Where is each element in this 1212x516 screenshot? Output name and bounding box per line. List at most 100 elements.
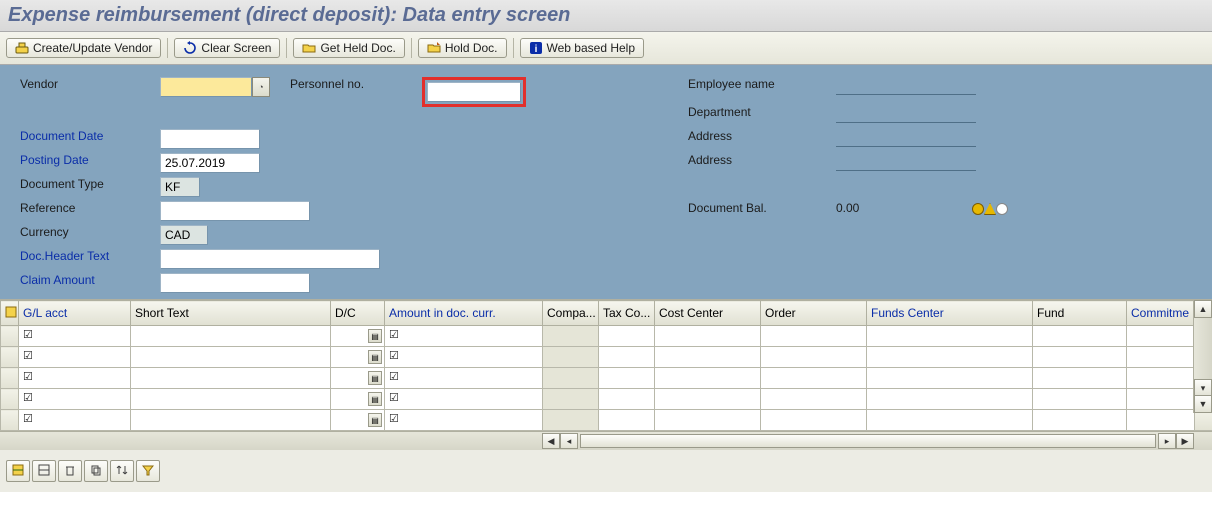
hold-doc-button[interactable]: Hold Doc. — [418, 38, 507, 58]
cell-compa[interactable] — [543, 368, 599, 389]
reference-input[interactable] — [160, 201, 310, 221]
personnel-no-input[interactable] — [427, 82, 521, 102]
cell-funds-center[interactable] — [867, 389, 1033, 410]
cell-commitment[interactable] — [1127, 326, 1195, 347]
cell-funds-center[interactable] — [867, 368, 1033, 389]
copy-button[interactable] — [84, 460, 108, 482]
col-short-text[interactable]: Short Text — [131, 301, 331, 326]
cell-order[interactable] — [761, 410, 867, 431]
clear-screen-button[interactable]: Clear Screen — [174, 38, 280, 58]
web-based-help-button[interactable]: i Web based Help — [520, 38, 645, 58]
col-funds-center[interactable]: Funds Center — [867, 301, 1033, 326]
cell-cost-center[interactable] — [655, 410, 761, 431]
claim-amount-input[interactable] — [160, 273, 310, 293]
vendor-input[interactable] — [160, 77, 252, 97]
cell-fund[interactable] — [1033, 389, 1127, 410]
cell-tax-co[interactable] — [599, 410, 655, 431]
create-update-vendor-button[interactable]: Create/Update Vendor — [6, 38, 161, 58]
cell-order[interactable] — [761, 368, 867, 389]
cell-fund[interactable] — [1033, 410, 1127, 431]
cell-amount[interactable]: ☑ — [385, 389, 543, 410]
cell-commitment[interactable] — [1127, 368, 1195, 389]
row-selector[interactable] — [1, 389, 19, 410]
cell-compa[interactable] — [543, 389, 599, 410]
dropdown-button[interactable]: ▤ — [368, 350, 382, 364]
cell-order[interactable] — [761, 326, 867, 347]
cell-amount[interactable]: ☑ — [385, 326, 543, 347]
col-fund[interactable]: Fund — [1033, 301, 1127, 326]
cell-funds-center[interactable] — [867, 326, 1033, 347]
col-cost-center[interactable]: Cost Center — [655, 301, 761, 326]
dropdown-button[interactable]: ▤ — [368, 413, 382, 427]
cell-commitment[interactable] — [1127, 347, 1195, 368]
cell-compa[interactable] — [543, 410, 599, 431]
vertical-scrollbar[interactable]: ▲ ▾ ▼ — [1193, 300, 1212, 413]
row-selector[interactable] — [1, 410, 19, 431]
cell-cost-center[interactable] — [655, 389, 761, 410]
posting-date-input[interactable] — [160, 153, 260, 173]
dropdown-button[interactable]: ▤ — [368, 371, 382, 385]
cell-cost-center[interactable] — [655, 368, 761, 389]
posting-date-label[interactable]: Posting Date — [20, 153, 155, 167]
cell-order[interactable] — [761, 347, 867, 368]
cell-cost-center[interactable] — [655, 326, 761, 347]
col-tax-co[interactable]: Tax Co... — [599, 301, 655, 326]
cell-funds-center[interactable] — [867, 347, 1033, 368]
select-all-header[interactable] — [1, 301, 19, 326]
cell-short-text[interactable] — [131, 326, 331, 347]
sort-button[interactable] — [110, 460, 134, 482]
cell-tax-co[interactable] — [599, 326, 655, 347]
doc-header-text-label[interactable]: Doc.Header Text — [20, 249, 155, 263]
cell-tax-co[interactable] — [599, 347, 655, 368]
cell-compa[interactable] — [543, 326, 599, 347]
row-selector[interactable] — [1, 347, 19, 368]
cell-tax-co[interactable] — [599, 389, 655, 410]
cell-order[interactable] — [761, 389, 867, 410]
trash-button[interactable] — [58, 460, 82, 482]
cell-fund[interactable] — [1033, 368, 1127, 389]
cell-fund[interactable] — [1033, 347, 1127, 368]
cell-amount[interactable]: ☑ — [385, 410, 543, 431]
col-compa[interactable]: Compa... — [543, 301, 599, 326]
cell-gl-acct[interactable]: ☑ — [19, 326, 131, 347]
cell-tax-co[interactable] — [599, 368, 655, 389]
cell-funds-center[interactable] — [867, 410, 1033, 431]
filter-button[interactable] — [136, 460, 160, 482]
cell-dc[interactable]: ▤ — [331, 389, 385, 410]
col-gl-acct[interactable]: G/L acct — [19, 301, 131, 326]
cell-dc[interactable]: ▤ — [331, 347, 385, 368]
cell-compa[interactable] — [543, 347, 599, 368]
cell-amount[interactable]: ☑ — [385, 368, 543, 389]
document-date-label[interactable]: Document Date — [20, 129, 155, 143]
cell-dc[interactable]: ▤ — [331, 410, 385, 431]
get-held-doc-button[interactable]: Get Held Doc. — [293, 38, 404, 58]
scroll-down-button[interactable]: ▼ — [1194, 395, 1212, 413]
cell-commitment[interactable] — [1127, 389, 1195, 410]
row-selector[interactable] — [1, 326, 19, 347]
document-date-input[interactable] — [160, 129, 260, 149]
cell-gl-acct[interactable]: ☑ — [19, 368, 131, 389]
scroll-left-line-button[interactable]: ◂ — [560, 433, 578, 449]
cell-dc[interactable]: ▤ — [331, 368, 385, 389]
cell-amount[interactable]: ☑ — [385, 347, 543, 368]
scroll-left-button[interactable]: ◀ — [542, 433, 560, 449]
col-commitment[interactable]: Commitme — [1127, 301, 1195, 326]
col-amount[interactable]: Amount in doc. curr. — [385, 301, 543, 326]
scroll-right-line-button[interactable]: ▸ — [1158, 433, 1176, 449]
scroll-thumb[interactable] — [580, 434, 1156, 448]
col-order[interactable]: Order — [761, 301, 867, 326]
cell-commitment[interactable] — [1127, 410, 1195, 431]
dropdown-button[interactable]: ▤ — [368, 329, 382, 343]
cell-short-text[interactable] — [131, 347, 331, 368]
claim-amount-label[interactable]: Claim Amount — [20, 273, 155, 287]
vendor-search-help-button[interactable]: ◔ — [252, 77, 270, 97]
col-dc[interactable]: D/C — [331, 301, 385, 326]
cell-short-text[interactable] — [131, 389, 331, 410]
horizontal-scrollbar[interactable]: ◀ ◂ ▸ ▶ — [0, 431, 1212, 450]
cell-cost-center[interactable] — [655, 347, 761, 368]
delete-row-button[interactable] — [32, 460, 56, 482]
cell-gl-acct[interactable]: ☑ — [19, 389, 131, 410]
scroll-right-button[interactable]: ▶ — [1176, 433, 1194, 449]
insert-row-button[interactable] — [6, 460, 30, 482]
cell-gl-acct[interactable]: ☑ — [19, 347, 131, 368]
